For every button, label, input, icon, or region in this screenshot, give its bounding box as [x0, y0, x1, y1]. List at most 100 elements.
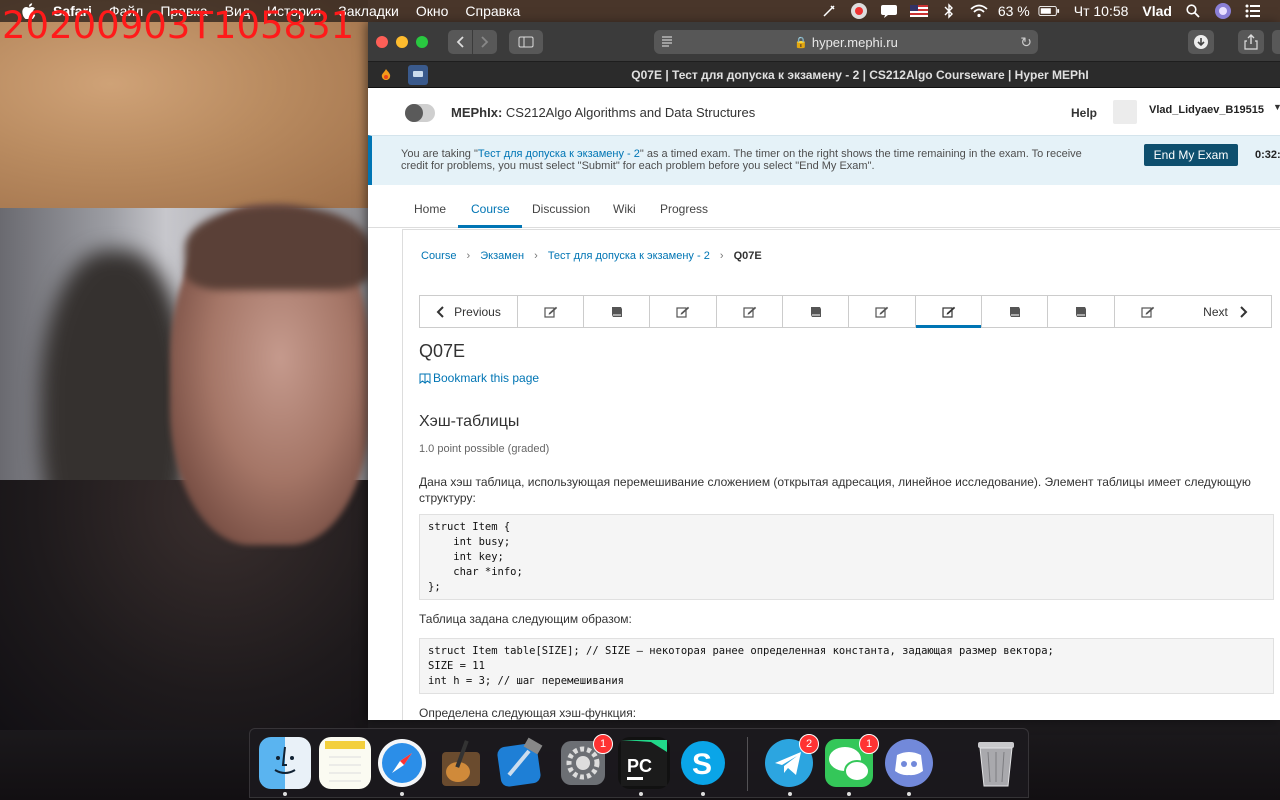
dock-garageband[interactable]	[435, 737, 487, 789]
zoom-window-button[interactable]	[416, 35, 428, 48]
battery-percentage[interactable]: 63 %	[998, 3, 1030, 19]
chevron-right-icon: ›	[534, 250, 538, 262]
messages-badge: 1	[859, 734, 879, 754]
problem-points: 1.0 point possible (graded)	[419, 443, 550, 455]
username-menu[interactable]: Vlad_Lidyaev_B19515	[1149, 104, 1264, 116]
site-logo[interactable]	[405, 103, 435, 122]
address-bar[interactable]: 🔒 hyper.mephi.ru ↻	[654, 30, 1038, 54]
breadcrumb-test[interactable]: Тест для допуска к экзамену - 2	[548, 250, 710, 262]
sequence-unit-6[interactable]	[849, 296, 916, 327]
running-indicator	[788, 792, 792, 796]
menu-help[interactable]: Справка	[465, 3, 520, 19]
tab-progress[interactable]: Progress	[660, 202, 708, 216]
book-icon	[611, 306, 622, 317]
sequence-unit-2[interactable]	[584, 296, 650, 327]
book-icon	[1076, 306, 1086, 317]
minimize-window-button[interactable]	[396, 35, 408, 48]
exam-timer: 0:32:	[1255, 149, 1280, 161]
bookmark-button[interactable]: Bookmark this page	[419, 371, 539, 385]
chevron-down-icon[interactable]: ▼	[1273, 102, 1280, 112]
wifi-icon[interactable]	[968, 0, 990, 22]
dock-skype[interactable]: S	[677, 737, 729, 789]
running-indicator	[847, 792, 851, 796]
sequence-unit-5[interactable]	[783, 296, 849, 327]
tab-discussion[interactable]: Discussion	[532, 202, 590, 216]
clock[interactable]: Чт 10:58	[1074, 3, 1129, 19]
close-window-button[interactable]	[376, 35, 388, 48]
sequence-unit-7[interactable]	[916, 296, 982, 328]
pinned-tab-chat-icon[interactable]	[408, 64, 428, 85]
breadcrumb-exam[interactable]: Экзамен	[480, 250, 524, 262]
dock-pycharm[interactable]: PC	[618, 737, 670, 789]
dock-finder[interactable]	[259, 737, 311, 789]
dock-xcode[interactable]	[495, 737, 547, 789]
siri-icon[interactable]	[1212, 0, 1234, 22]
safari-window: 🔒 hyper.mephi.ru ↻ Q07E | Тест для допус…	[368, 22, 1280, 720]
help-link[interactable]: Help	[1071, 106, 1097, 120]
breadcrumb-current: Q07E	[733, 250, 762, 262]
system-preferences-badge: 1	[593, 734, 613, 754]
messages-status-icon[interactable]	[878, 0, 900, 22]
reader-view-icon[interactable]	[661, 35, 673, 50]
forward-button[interactable]	[473, 29, 497, 54]
dock-telegram[interactable]: 2	[763, 734, 819, 789]
sequence-unit-4[interactable]	[717, 296, 783, 327]
dock-system-preferences[interactable]: 1	[557, 734, 613, 789]
sequence-unit-9[interactable]	[1048, 296, 1115, 327]
bookmark-icon	[419, 373, 431, 384]
pinned-tab-fire-icon[interactable]	[376, 65, 396, 85]
battery-icon[interactable]	[1038, 0, 1060, 22]
new-tab-button[interactable]	[1272, 30, 1280, 54]
problem-intro: Дана хэш таблица, использующая перемешив…	[419, 475, 1251, 505]
exam-notice-text: You are taking "	[401, 148, 478, 160]
tab-course[interactable]: Course	[471, 202, 510, 216]
notification-badge-icon[interactable]	[848, 0, 870, 22]
avatar[interactable]	[1113, 100, 1137, 124]
share-button[interactable]	[1238, 30, 1264, 54]
previous-button[interactable]: Previous	[420, 296, 518, 327]
reload-icon[interactable]: ↻	[1020, 34, 1032, 51]
edit-icon	[676, 306, 690, 318]
pen-tool-icon[interactable]	[818, 0, 840, 22]
sequence-unit-10[interactable]	[1115, 296, 1181, 327]
active-tab-indicator	[458, 225, 522, 228]
end-exam-button[interactable]: End My Exam	[1144, 144, 1238, 166]
running-indicator	[701, 792, 705, 796]
tab-home[interactable]: Home	[414, 202, 446, 216]
downloads-button[interactable]	[1188, 30, 1214, 54]
breadcrumb-course[interactable]: Course	[421, 250, 456, 262]
exam-link[interactable]: Тест для допуска к экзамену - 2	[478, 148, 640, 160]
dock-messages[interactable]: 1	[823, 734, 879, 789]
back-button[interactable]	[448, 29, 472, 54]
dock-safari[interactable]	[376, 737, 428, 789]
next-button[interactable]: Next	[1181, 296, 1270, 327]
sidebar-toggle-button[interactable]	[509, 29, 543, 54]
sequence-unit-8[interactable]	[982, 296, 1048, 327]
bluetooth-icon[interactable]	[938, 0, 960, 22]
lock-icon: 🔒	[794, 36, 808, 49]
skype-icon: S	[681, 741, 725, 785]
dock-discord[interactable]	[883, 737, 935, 789]
sequence-unit-3[interactable]	[650, 296, 717, 327]
sequence-navigation: Previous Next	[419, 295, 1272, 328]
us-flag-icon[interactable]	[908, 0, 930, 22]
user-name[interactable]: Vlad	[1142, 3, 1172, 19]
edit-icon	[543, 306, 557, 318]
dock-trash[interactable]	[970, 737, 1022, 789]
svg-text:PC: PC	[627, 756, 652, 776]
tab-wiki[interactable]: Wiki	[613, 202, 636, 216]
webcam-hair	[185, 205, 370, 290]
trash-icon	[978, 742, 1014, 787]
dock-notes[interactable]	[319, 737, 371, 789]
guitar-icon	[442, 740, 480, 786]
sequence-unit-1[interactable]	[518, 296, 584, 327]
xcode-icon	[497, 737, 543, 787]
web-page: MEPhIx: CS212Algo Algorithms and Data St…	[368, 88, 1280, 720]
notification-center-icon[interactable]	[1242, 0, 1264, 22]
spotlight-search-icon[interactable]	[1182, 0, 1204, 22]
table-description: Таблица задана следующим образом:	[419, 612, 632, 626]
active-tab-title[interactable]: Q07E | Тест для допуска к экзамену - 2 |…	[440, 68, 1280, 82]
unit-title: Q07E	[419, 341, 466, 361]
exam-notice: You are taking "Тест для допуска к экзам…	[401, 148, 1101, 172]
menu-window[interactable]: Окно	[416, 3, 449, 19]
